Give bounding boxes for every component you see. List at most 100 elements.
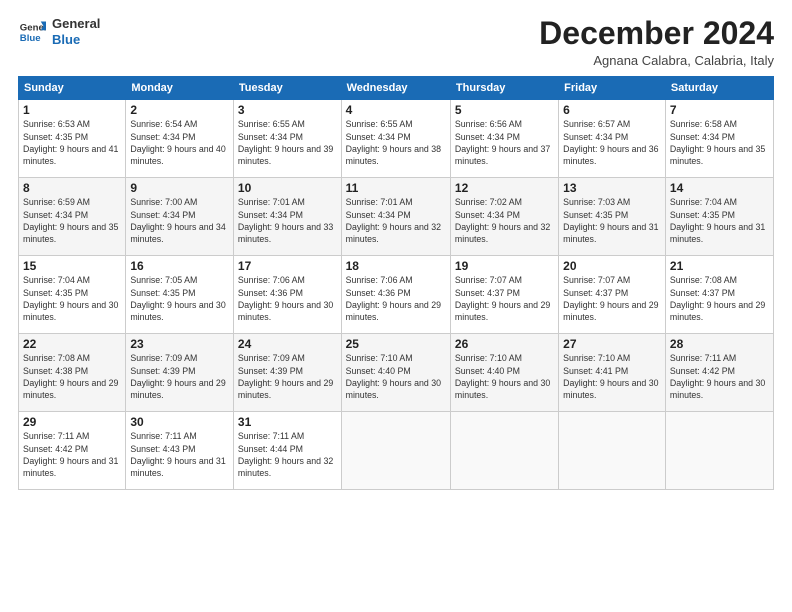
day-number: 22	[23, 337, 121, 351]
calendar-cell: 24 Sunrise: 7:09 AMSunset: 4:39 PMDaylig…	[233, 334, 341, 412]
day-number: 28	[670, 337, 769, 351]
calendar-cell	[559, 412, 666, 490]
calendar-cell: 5 Sunrise: 6:56 AMSunset: 4:34 PMDayligh…	[450, 100, 558, 178]
calendar-cell: 11 Sunrise: 7:01 AMSunset: 4:34 PMDaylig…	[341, 178, 450, 256]
day-number: 16	[130, 259, 229, 273]
day-info: Sunrise: 6:53 AMSunset: 4:35 PMDaylight:…	[23, 119, 118, 166]
day-info: Sunrise: 7:06 AMSunset: 4:36 PMDaylight:…	[238, 275, 333, 322]
calendar-cell: 15 Sunrise: 7:04 AMSunset: 4:35 PMDaylig…	[19, 256, 126, 334]
calendar-cell: 3 Sunrise: 6:55 AMSunset: 4:34 PMDayligh…	[233, 100, 341, 178]
header: General Blue General Blue December 2024 …	[18, 16, 774, 68]
calendar-cell: 4 Sunrise: 6:55 AMSunset: 4:34 PMDayligh…	[341, 100, 450, 178]
calendar-cell: 30 Sunrise: 7:11 AMSunset: 4:43 PMDaylig…	[126, 412, 234, 490]
svg-text:Blue: Blue	[20, 32, 41, 43]
day-info: Sunrise: 7:05 AMSunset: 4:35 PMDaylight:…	[130, 275, 225, 322]
calendar-cell: 7 Sunrise: 6:58 AMSunset: 4:34 PMDayligh…	[665, 100, 773, 178]
day-number: 11	[346, 181, 446, 195]
calendar-cell: 8 Sunrise: 6:59 AMSunset: 4:34 PMDayligh…	[19, 178, 126, 256]
day-info: Sunrise: 6:59 AMSunset: 4:34 PMDaylight:…	[23, 197, 118, 244]
week-row-1: 1 Sunrise: 6:53 AMSunset: 4:35 PMDayligh…	[19, 100, 774, 178]
logo-icon: General Blue	[18, 18, 46, 46]
day-number: 21	[670, 259, 769, 273]
day-number: 23	[130, 337, 229, 351]
day-info: Sunrise: 7:01 AMSunset: 4:34 PMDaylight:…	[346, 197, 441, 244]
day-number: 31	[238, 415, 337, 429]
calendar-cell: 25 Sunrise: 7:10 AMSunset: 4:40 PMDaylig…	[341, 334, 450, 412]
day-info: Sunrise: 7:10 AMSunset: 4:41 PMDaylight:…	[563, 353, 658, 400]
calendar-cell: 17 Sunrise: 7:06 AMSunset: 4:36 PMDaylig…	[233, 256, 341, 334]
day-info: Sunrise: 7:07 AMSunset: 4:37 PMDaylight:…	[563, 275, 658, 322]
day-number: 1	[23, 103, 121, 117]
calendar-cell: 18 Sunrise: 7:06 AMSunset: 4:36 PMDaylig…	[341, 256, 450, 334]
week-row-5: 29 Sunrise: 7:11 AMSunset: 4:42 PMDaylig…	[19, 412, 774, 490]
logo-line2: Blue	[52, 32, 100, 48]
day-info: Sunrise: 7:10 AMSunset: 4:40 PMDaylight:…	[455, 353, 550, 400]
day-number: 30	[130, 415, 229, 429]
calendar-cell: 29 Sunrise: 7:11 AMSunset: 4:42 PMDaylig…	[19, 412, 126, 490]
calendar-cell: 19 Sunrise: 7:07 AMSunset: 4:37 PMDaylig…	[450, 256, 558, 334]
day-number: 3	[238, 103, 337, 117]
day-number: 15	[23, 259, 121, 273]
day-info: Sunrise: 6:58 AMSunset: 4:34 PMDaylight:…	[670, 119, 765, 166]
logo-line1: General	[52, 16, 100, 32]
calendar-cell: 2 Sunrise: 6:54 AMSunset: 4:34 PMDayligh…	[126, 100, 234, 178]
header-sunday: Sunday	[19, 77, 126, 100]
day-number: 13	[563, 181, 661, 195]
week-row-3: 15 Sunrise: 7:04 AMSunset: 4:35 PMDaylig…	[19, 256, 774, 334]
calendar-cell: 10 Sunrise: 7:01 AMSunset: 4:34 PMDaylig…	[233, 178, 341, 256]
day-number: 27	[563, 337, 661, 351]
day-info: Sunrise: 7:03 AMSunset: 4:35 PMDaylight:…	[563, 197, 658, 244]
day-info: Sunrise: 6:57 AMSunset: 4:34 PMDaylight:…	[563, 119, 658, 166]
day-info: Sunrise: 7:02 AMSunset: 4:34 PMDaylight:…	[455, 197, 550, 244]
day-number: 2	[130, 103, 229, 117]
day-number: 5	[455, 103, 554, 117]
calendar-cell: 13 Sunrise: 7:03 AMSunset: 4:35 PMDaylig…	[559, 178, 666, 256]
day-info: Sunrise: 7:04 AMSunset: 4:35 PMDaylight:…	[23, 275, 118, 322]
day-number: 25	[346, 337, 446, 351]
day-number: 4	[346, 103, 446, 117]
calendar-cell: 9 Sunrise: 7:00 AMSunset: 4:34 PMDayligh…	[126, 178, 234, 256]
day-number: 26	[455, 337, 554, 351]
day-info: Sunrise: 7:07 AMSunset: 4:37 PMDaylight:…	[455, 275, 550, 322]
day-number: 7	[670, 103, 769, 117]
day-number: 10	[238, 181, 337, 195]
calendar-cell: 22 Sunrise: 7:08 AMSunset: 4:38 PMDaylig…	[19, 334, 126, 412]
day-number: 24	[238, 337, 337, 351]
calendar-cell: 14 Sunrise: 7:04 AMSunset: 4:35 PMDaylig…	[665, 178, 773, 256]
calendar-cell	[665, 412, 773, 490]
month-title: December 2024	[539, 16, 774, 51]
calendar-cell: 31 Sunrise: 7:11 AMSunset: 4:44 PMDaylig…	[233, 412, 341, 490]
header-monday: Monday	[126, 77, 234, 100]
header-saturday: Saturday	[665, 77, 773, 100]
day-info: Sunrise: 7:01 AMSunset: 4:34 PMDaylight:…	[238, 197, 333, 244]
day-number: 14	[670, 181, 769, 195]
calendar-cell: 6 Sunrise: 6:57 AMSunset: 4:34 PMDayligh…	[559, 100, 666, 178]
calendar-cell: 23 Sunrise: 7:09 AMSunset: 4:39 PMDaylig…	[126, 334, 234, 412]
header-wednesday: Wednesday	[341, 77, 450, 100]
svg-text:General: General	[20, 22, 46, 33]
day-info: Sunrise: 7:11 AMSunset: 4:43 PMDaylight:…	[130, 431, 225, 478]
day-info: Sunrise: 7:06 AMSunset: 4:36 PMDaylight:…	[346, 275, 441, 322]
day-info: Sunrise: 6:55 AMSunset: 4:34 PMDaylight:…	[238, 119, 333, 166]
page: General Blue General Blue December 2024 …	[0, 0, 792, 612]
header-friday: Friday	[559, 77, 666, 100]
day-info: Sunrise: 6:56 AMSunset: 4:34 PMDaylight:…	[455, 119, 550, 166]
day-info: Sunrise: 7:11 AMSunset: 4:42 PMDaylight:…	[670, 353, 765, 400]
calendar-cell: 16 Sunrise: 7:05 AMSunset: 4:35 PMDaylig…	[126, 256, 234, 334]
day-number: 17	[238, 259, 337, 273]
day-number: 9	[130, 181, 229, 195]
calendar-cell: 28 Sunrise: 7:11 AMSunset: 4:42 PMDaylig…	[665, 334, 773, 412]
day-info: Sunrise: 7:08 AMSunset: 4:38 PMDaylight:…	[23, 353, 118, 400]
location: Agnana Calabra, Calabria, Italy	[539, 53, 774, 68]
title-area: December 2024 Agnana Calabra, Calabria, …	[539, 16, 774, 68]
day-info: Sunrise: 7:09 AMSunset: 4:39 PMDaylight:…	[238, 353, 333, 400]
day-info: Sunrise: 7:11 AMSunset: 4:42 PMDaylight:…	[23, 431, 118, 478]
logo: General Blue General Blue	[18, 16, 100, 47]
header-tuesday: Tuesday	[233, 77, 341, 100]
day-number: 29	[23, 415, 121, 429]
day-info: Sunrise: 7:04 AMSunset: 4:35 PMDaylight:…	[670, 197, 765, 244]
calendar-table: SundayMondayTuesdayWednesdayThursdayFrid…	[18, 76, 774, 490]
day-info: Sunrise: 7:00 AMSunset: 4:34 PMDaylight:…	[130, 197, 225, 244]
calendar-cell: 12 Sunrise: 7:02 AMSunset: 4:34 PMDaylig…	[450, 178, 558, 256]
day-info: Sunrise: 7:11 AMSunset: 4:44 PMDaylight:…	[238, 431, 333, 478]
